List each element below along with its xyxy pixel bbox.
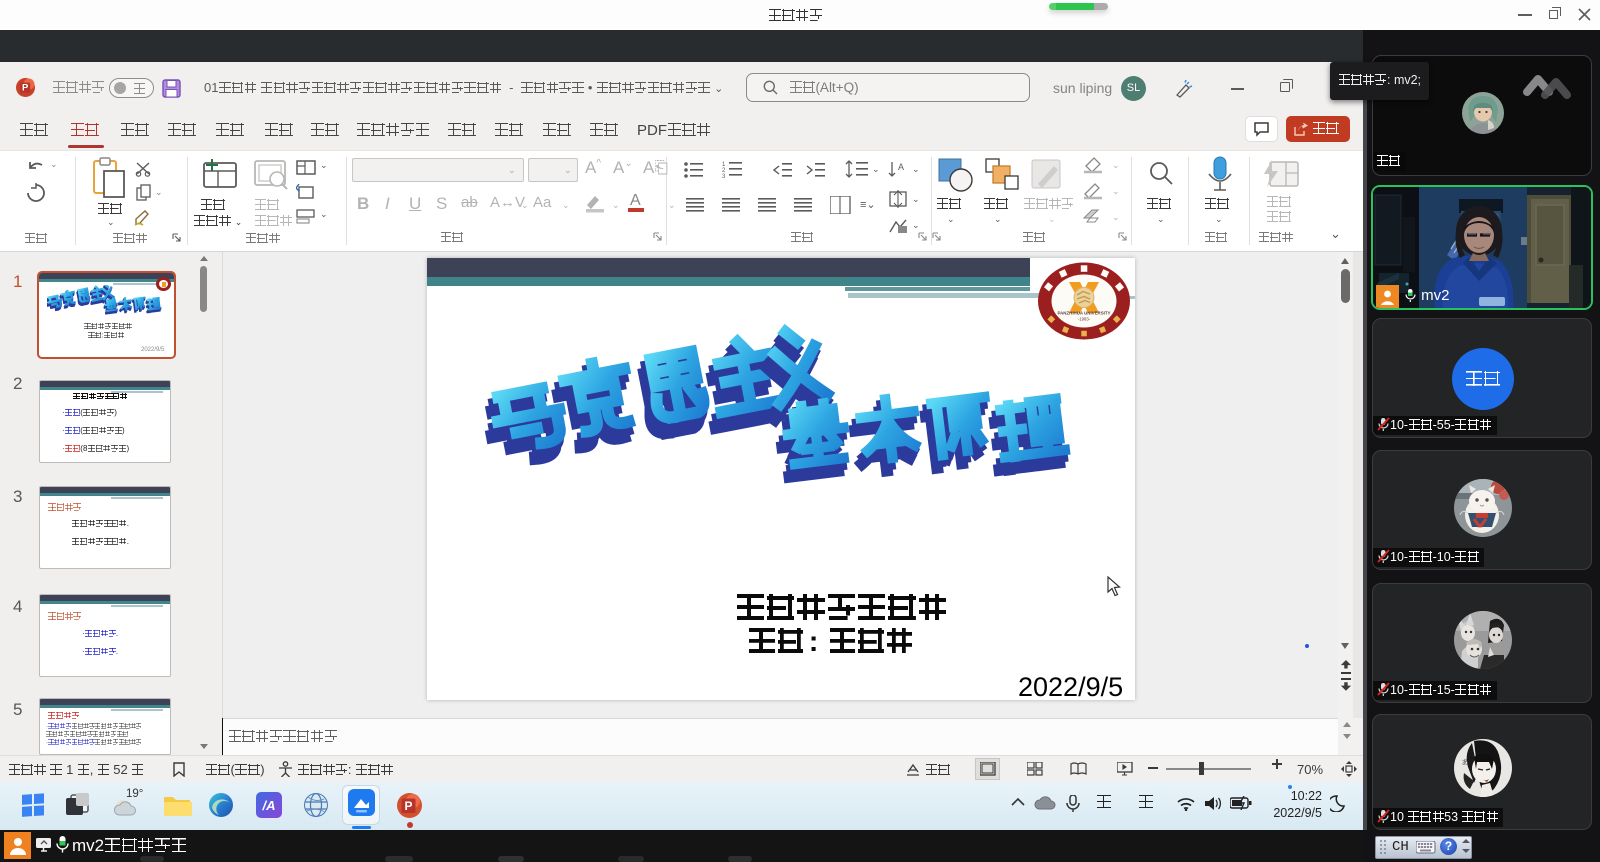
svg-text:/A: /A bbox=[262, 798, 276, 813]
svg-text:P: P bbox=[22, 83, 29, 94]
svg-text:P: P bbox=[404, 799, 412, 813]
svg-text:あ: あ bbox=[1461, 758, 1469, 767]
